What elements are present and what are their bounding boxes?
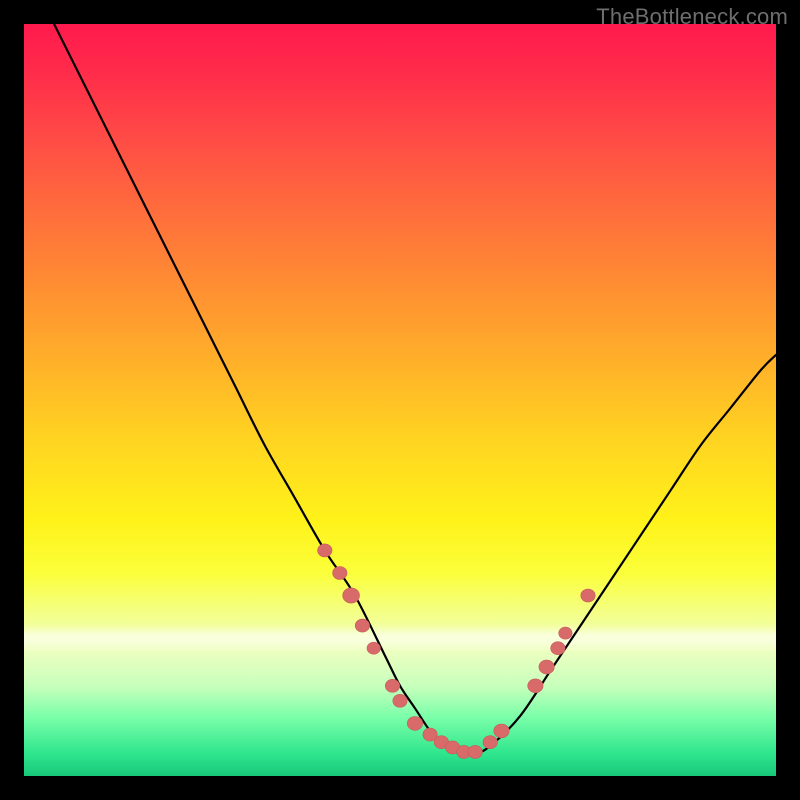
chart-container bbox=[24, 24, 776, 776]
chart-background-gradient bbox=[24, 24, 776, 776]
